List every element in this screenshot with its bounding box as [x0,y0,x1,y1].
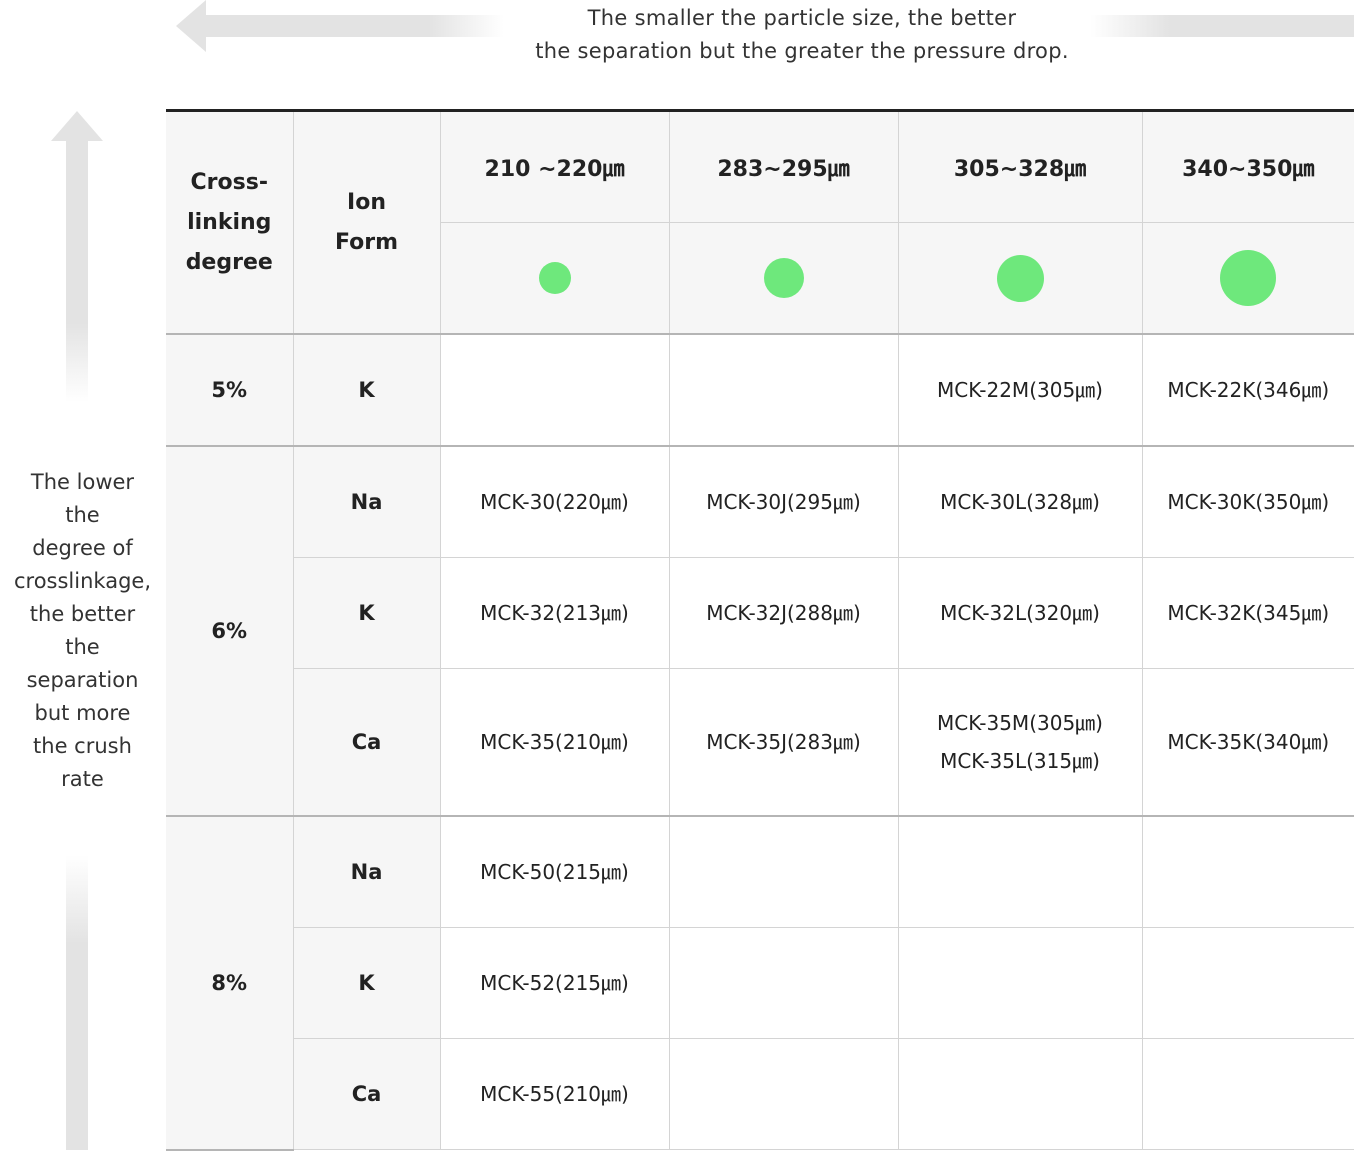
grade-cell: MCK-22M(305㎛) [897,333,1143,447]
crosslinkage-caption-line: rate [61,767,104,791]
up-arrow-shaft-bottom [66,855,88,1150]
grade-line: MCK-35M(305㎛) [937,711,1103,735]
grade-cell: MCK-50(215㎛) [439,815,670,928]
grade-cell: MCK-32L(320㎛) [897,557,1143,669]
particle-size-caption-line-1: The smaller the particle size, the bette… [587,6,1017,30]
header-line: Form [334,229,399,255]
grade-cell: MCK-32K(345㎛) [1141,557,1354,669]
particle-dot-cell [440,222,670,335]
grade-cell: MCK-35J(283㎛) [668,668,899,817]
degree-cell-6: 6% [166,445,294,817]
crosslinkage-caption-line: the crush [33,734,132,758]
grade-cell [1141,927,1354,1039]
particle-dot-icon [763,258,804,298]
size-header-210-220: 210 ~220㎛ [439,110,670,223]
ion-cell: K [293,557,441,669]
particle-dot-cell [1141,222,1354,335]
ion-cell: K [293,927,441,1039]
grade-cell: MCK-52(215㎛) [439,927,670,1039]
ion-form-header: Ion Form [292,110,441,335]
crosslinkage-caption-line: separation [26,668,139,692]
crosslinkage-caption: The lower the degree of crosslinkage, th… [0,466,165,796]
ion-cell: Ca [293,1038,441,1150]
grade-cell: MCK-22K(346㎛) [1141,333,1354,447]
grade-cell: MCK-35(210㎛) [439,668,670,817]
particle-dot-cell [668,222,899,335]
grade-cell [897,815,1143,928]
resin-grade-table: Cross- linking degree Ion Form 210 ~220㎛… [166,109,1354,1151]
grade-cell [668,815,899,928]
particle-size-caption: The smaller the particle size, the bette… [470,2,1134,68]
grade-cell: MCK-55(210㎛) [439,1038,670,1150]
crosslinkage-caption-line: but more [34,701,131,725]
grade-cell [439,333,670,447]
grade-cell [897,1038,1143,1150]
particle-dot-icon [1220,250,1277,306]
particle-dot-icon [538,262,571,294]
crosslinkage-caption-line: the better [29,602,136,626]
header-line: Cross- [190,169,268,195]
grade-cell [668,927,899,1039]
grade-cell: MCK-35K(340㎛) [1141,668,1354,817]
particle-dot-cell [897,222,1143,335]
degree-cell-8: 8% [166,815,294,1151]
header-line: Ion [347,189,386,215]
grade-cell: MCK-32J(288㎛) [668,557,899,669]
degree-cell-5: 5% [166,333,294,447]
grade-cell: MCK-30J(295㎛) [668,445,899,558]
header-line: degree [185,249,273,275]
grade-cell [668,333,899,447]
crosslinkage-caption-line: The lower [30,470,135,494]
left-arrow-head-icon [176,0,206,52]
ion-cell: Na [292,445,441,558]
ion-cell: K [292,333,441,447]
grade-cell-double: MCK-35M(305㎛) MCK-35L(315㎛) [897,668,1143,817]
grade-cell: MCK-30L(328㎛) [897,445,1143,558]
left-arrow-shaft [204,15,504,37]
up-arrow-shaft-top [66,140,88,402]
crosslinking-degree-header: Cross- linking degree [166,110,294,335]
grade-cell [1141,1038,1354,1150]
size-header-283-295: 283~295㎛ [668,110,899,223]
grade-line: MCK-35L(315㎛) [940,749,1100,773]
up-arrow-head-icon [51,111,103,141]
grade-cell [668,1038,899,1150]
ion-cell: Na [292,815,441,928]
grade-cell: MCK-30(220㎛) [439,445,670,558]
particle-dot-icon [996,254,1044,302]
particle-size-caption-line-2: the separation but the greater the press… [535,39,1069,63]
grade-cell [1141,815,1354,928]
header-line: linking [187,209,272,235]
grade-cell: MCK-30K(350㎛) [1141,445,1354,558]
grade-cell: MCK-32(213㎛) [439,557,670,669]
crosslinkage-caption-line: degree of [32,536,133,560]
crosslinkage-caption-line: crosslinkage, [13,569,151,593]
crosslinkage-caption-line: the [65,503,100,527]
grade-cell [897,927,1143,1039]
size-header-340-350: 340~350㎛ [1141,110,1354,223]
size-header-305-328: 305~328㎛ [897,110,1143,223]
crosslinkage-caption-line: the [65,635,100,659]
ion-cell: Ca [293,668,441,817]
